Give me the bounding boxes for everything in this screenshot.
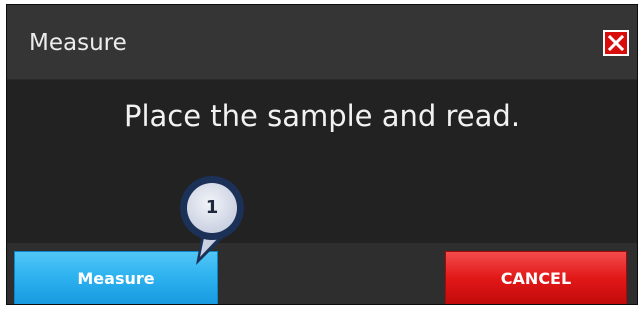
- dialog-footer: Measure CANCEL: [7, 243, 637, 304]
- close-icon: [608, 35, 624, 51]
- cancel-button-label: CANCEL: [500, 268, 572, 288]
- dialog-titlebar: Measure: [7, 5, 637, 80]
- cancel-button[interactable]: CANCEL: [445, 251, 627, 304]
- measure-button-label: Measure: [77, 268, 155, 288]
- measure-dialog: Measure Place the sample and read. Measu…: [6, 4, 638, 305]
- dialog-body: Place the sample and read.: [7, 80, 637, 243]
- dialog-title: Measure: [29, 30, 127, 56]
- dialog-message: Place the sample and read.: [123, 99, 521, 133]
- measure-button[interactable]: Measure: [14, 251, 218, 304]
- close-button[interactable]: [603, 30, 629, 56]
